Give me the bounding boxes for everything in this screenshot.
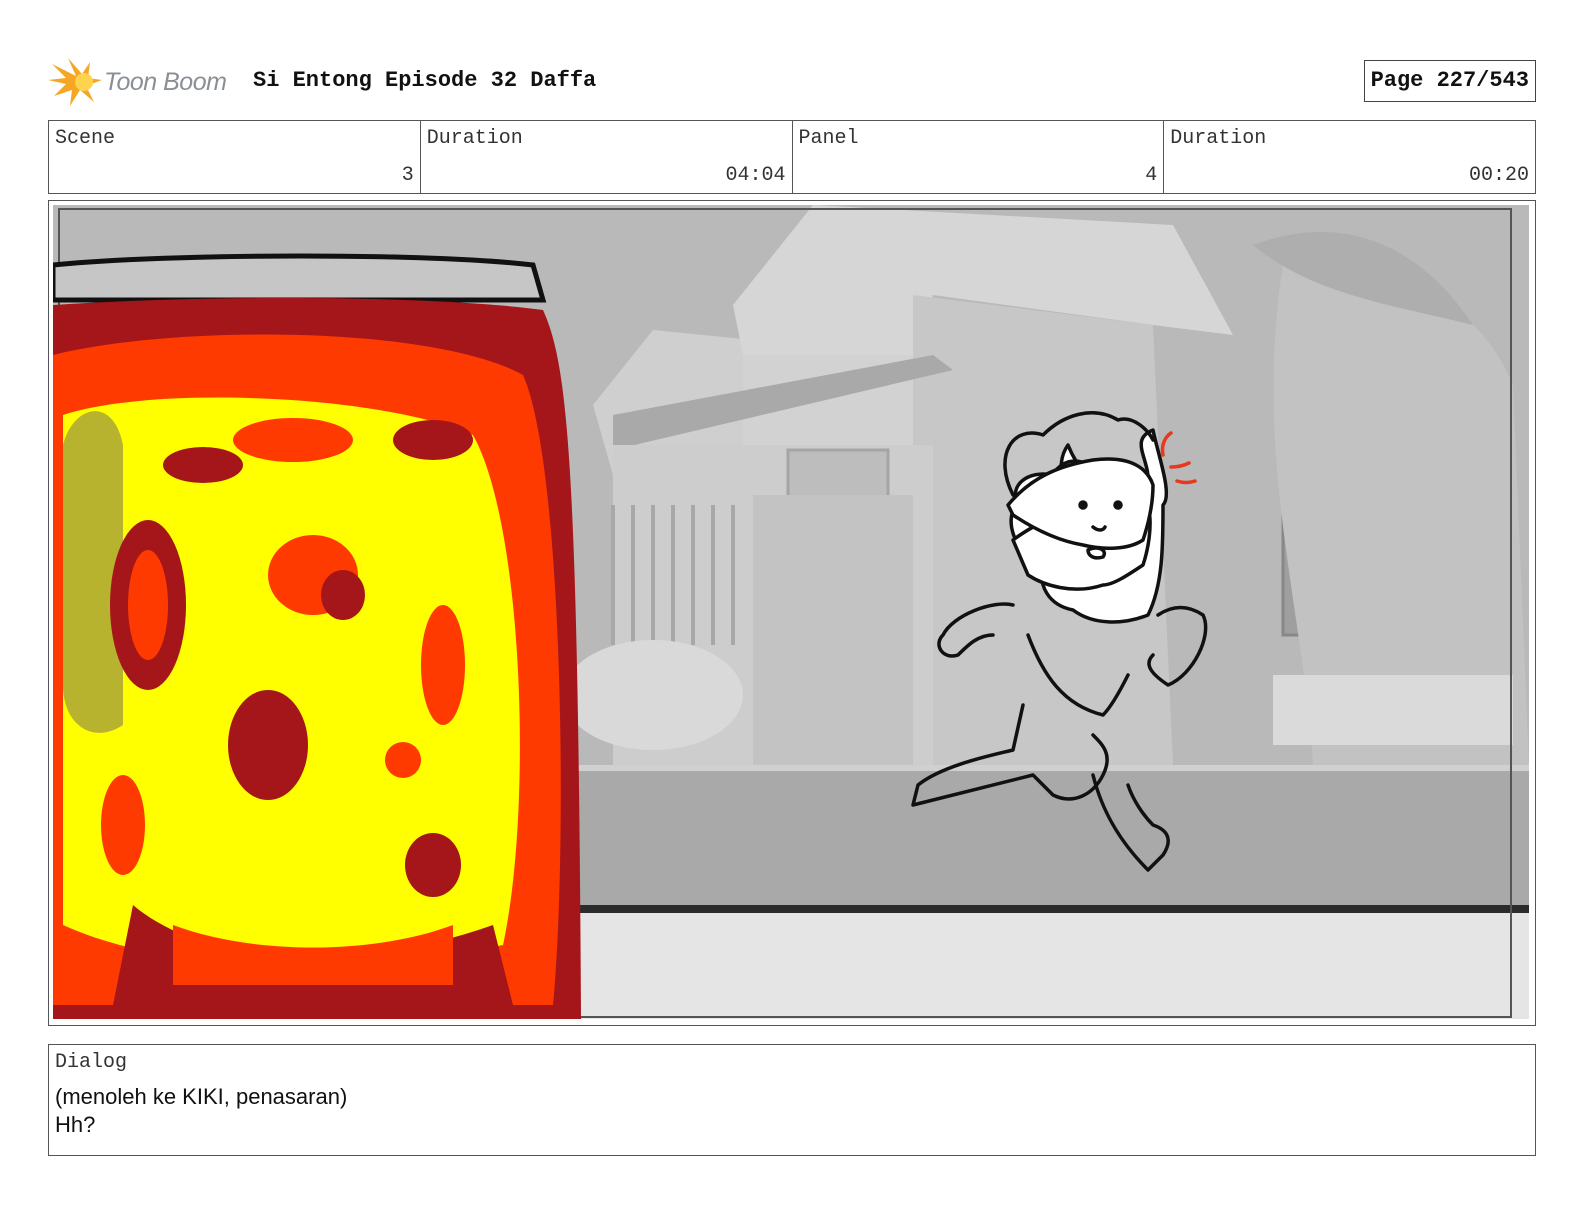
jar-drawing [53, 253, 581, 1019]
panel-drawing [53, 205, 1529, 1019]
panel-label: Panel [798, 127, 859, 150]
panel-duration-value: 00:20 [1468, 164, 1529, 187]
panel-duration-cell: Duration 00:20 [1164, 121, 1535, 193]
starburst-logo-icon [48, 58, 102, 106]
toon-boom-logo: Toon Boom [48, 56, 238, 108]
panel-value: 4 [1145, 164, 1158, 187]
panel-cell: Panel 4 [793, 121, 1165, 193]
scene-cell: Scene 3 [49, 121, 421, 193]
storyboard-panel [48, 200, 1536, 1026]
storyboard-header: Toon Boom Si Entong Episode 32 Daffa Pag… [48, 52, 1536, 112]
scene-duration-cell: Duration 04:04 [421, 121, 793, 193]
logo-wordmark: Toon Boom [104, 68, 227, 96]
scene-value: 3 [401, 164, 414, 187]
scene-info-table: Scene 3 Duration 04:04 Panel 4 Duration … [48, 120, 1536, 194]
scene-duration-label: Duration [426, 127, 523, 150]
dialog-label: Dialog [55, 1051, 128, 1074]
dialog-box: Dialog (menoleh ke KIKI, penasaran) Hh? [48, 1044, 1536, 1156]
page-number: Page 227/543 [1363, 60, 1536, 102]
dialog-text: (menoleh ke KIKI, penasaran) Hh? [55, 1084, 348, 1137]
project-title: Si Entong Episode 32 Daffa [253, 68, 597, 93]
scene-label: Scene [55, 127, 116, 150]
panel-duration-label: Duration [1170, 127, 1267, 150]
scene-duration-value: 04:04 [725, 164, 786, 187]
